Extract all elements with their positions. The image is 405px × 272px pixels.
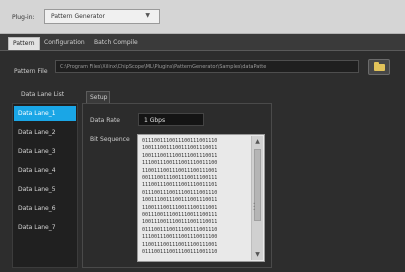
chevron-down-icon[interactable]: ▼ [145,12,150,19]
data-lane-item[interactable]: Data Lane_6 [14,201,76,216]
tab-bar: Pattern Configuration Batch Compile [0,34,405,51]
data-lane-item[interactable]: Data Lane_5 [14,182,76,197]
scrollbar[interactable]: ▲ • • • ▼ [251,136,263,260]
data-lane-item[interactable]: Data Lane_3 [14,144,76,159]
plugin-label: Plug-in: [12,14,35,21]
data-lane-item[interactable]: Data Lane_1 [14,106,76,121]
tab-setup[interactable]: Setup [86,91,110,103]
bit-sequence-label: Bit Sequence [90,136,130,143]
data-lane-list: Data Lane_1 Data Lane_2 Data Lane_3 Data… [12,103,78,268]
pattern-file-label: Pattern File [14,68,48,75]
tab-pattern[interactable]: Pattern [8,37,40,50]
plugin-select[interactable]: Pattern Generator ▼ [44,9,160,24]
data-rate-label: Data Rate [90,117,120,124]
browse-button[interactable] [368,59,390,75]
bit-sequence-textarea[interactable]: 0111001110011100111001110 10011100111001… [137,134,265,262]
data-lane-item[interactable]: Data Lane_4 [14,163,76,178]
data-lane-item[interactable]: Data Lane_7 [14,220,76,235]
data-rate-input[interactable]: 1 Gbps [138,113,204,126]
pattern-file-input[interactable]: C:\Program Files\Xilinx\ChipScope\ML\Plu… [55,60,359,73]
folder-icon [374,62,385,71]
data-lane-item[interactable]: Data Lane_2 [14,125,76,140]
scroll-down-arrow-icon[interactable]: ▼ [253,250,262,259]
grip-icon: • • • [253,201,256,212]
plugin-select-value: Pattern Generator [51,13,105,20]
data-lane-list-label: Data Lane List [21,91,65,98]
scroll-up-arrow-icon[interactable]: ▲ [253,137,262,146]
tab-batch-compile[interactable]: Batch Compile [90,37,142,50]
tab-configuration[interactable]: Configuration [40,37,89,50]
bit-sequence-text[interactable]: 0111001110011100111001110 10011100111001… [142,138,249,259]
